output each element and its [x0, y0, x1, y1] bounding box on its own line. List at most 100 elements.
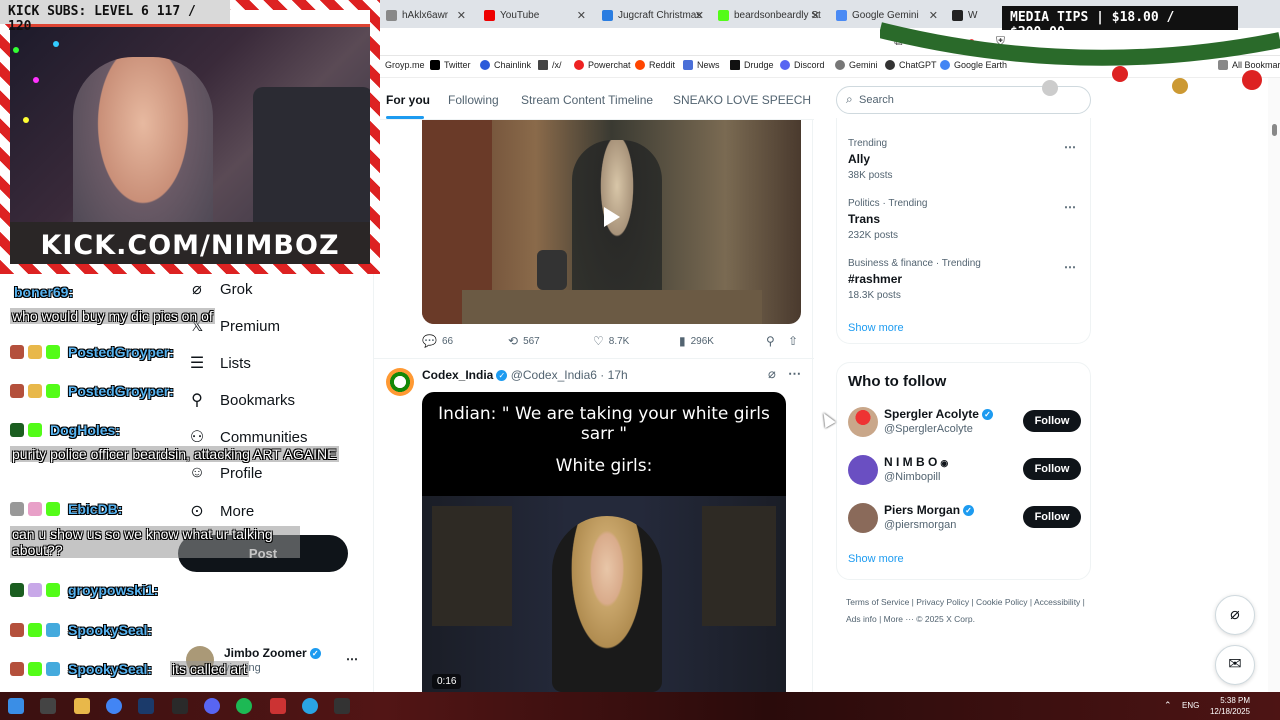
browser-tab[interactable]: Google Gemini ✕: [830, 4, 942, 26]
tab-stream-content-timeline[interactable]: Stream Content Timeline: [521, 93, 653, 107]
all-bookmarks[interactable]: All Bookmarks: [1218, 60, 1280, 70]
obs-icon[interactable]: [204, 698, 220, 714]
shield-icon[interactable]: ⛨: [996, 34, 1005, 49]
repost-button[interactable]: ⟲ 567: [508, 334, 540, 348]
bookmark-button[interactable]: ⚲: [766, 334, 780, 348]
steam-icon[interactable]: [138, 698, 154, 714]
bookmark-groyp[interactable]: Groyp.me: [385, 60, 425, 70]
folder-icon[interactable]: [74, 698, 90, 714]
grok-icon[interactable]: ⌀: [1215, 595, 1255, 635]
bookmark-google-earth[interactable]: Google Earth: [940, 60, 1007, 70]
spotify-icon[interactable]: [236, 698, 252, 714]
follow-button[interactable]: Follow: [1023, 506, 1081, 528]
bookshelf: [702, 506, 776, 626]
chat-message: groypowski1:: [10, 582, 158, 598]
reply-button[interactable]: 💬 66: [422, 334, 453, 348]
show-more-link[interactable]: Show more: [848, 553, 904, 565]
more-options-icon[interactable]: ⋯: [1064, 140, 1076, 154]
bookmark-reddit[interactable]: Reddit: [635, 60, 675, 70]
tab-following[interactable]: Following: [448, 93, 499, 107]
views-button[interactable]: ▮ 296K: [679, 334, 714, 348]
browser-tab[interactable]: beardsonbeardly St ✕: [712, 4, 824, 26]
start-icon[interactable]: [8, 698, 24, 714]
close-icon[interactable]: ✕: [457, 9, 466, 22]
install-icon[interactable]: ⧉: [894, 34, 903, 49]
more-options-icon[interactable]: ⋯: [1064, 260, 1076, 274]
bookmark-chainlink[interactable]: Chainlink: [480, 60, 531, 70]
avatar[interactable]: [848, 503, 878, 533]
share-button[interactable]: ⇧: [788, 334, 803, 348]
sub-goal: KICK SUBS: LEVEL 6 117 / 120: [0, 0, 230, 34]
follow-suggestion[interactable]: N I M B O ◉ @Nimbopill Follow: [848, 453, 1081, 487]
search-input[interactable]: Search: [836, 86, 1091, 114]
follow-suggestion[interactable]: Spergler Acolyte ✓ @SperglerAcolyte Follo…: [848, 405, 1081, 439]
messages-icon[interactable]: ✉: [1215, 645, 1255, 685]
close-icon[interactable]: ✕: [577, 9, 586, 22]
more-options-icon[interactable]: ⋯: [788, 366, 801, 382]
follow-button[interactable]: Follow: [1023, 410, 1081, 432]
scrollbar-thumb[interactable]: [1272, 124, 1277, 136]
bookmark-x[interactable]: /x/: [538, 60, 562, 70]
app-icon[interactable]: [334, 698, 350, 714]
trend-item[interactable]: Business & finance · Trending #rashmer 1…: [848, 258, 981, 301]
play-icon[interactable]: [604, 207, 620, 227]
clock[interactable]: 5:38 PM 12/18/2025: [1210, 695, 1250, 717]
nav-bookmarks[interactable]: ⚲ Bookmarks: [186, 390, 295, 410]
more-options-icon[interactable]: ⋯: [1064, 200, 1076, 214]
extension-icon[interactable]: ●: [968, 34, 975, 48]
browser-tab[interactable]: Jugcraft Christmas ✕: [596, 4, 708, 26]
browser-tab[interactable]: hAklx6awr ✕: [380, 4, 470, 26]
close-icon[interactable]: ✕: [811, 9, 820, 22]
browser-tab[interactable]: YouTube ✕: [478, 4, 590, 26]
close-icon[interactable]: ✕: [929, 9, 938, 22]
tab-for-you[interactable]: For you: [386, 93, 430, 107]
chat-message: SpookySeal:: [10, 661, 152, 677]
chrome-icon[interactable]: [106, 698, 122, 714]
task-view-icon[interactable]: [40, 698, 56, 714]
tab-sneako-love-speech[interactable]: SNEAKO LOVE SPEECH: [673, 93, 811, 107]
bookmark-news[interactable]: News: [683, 60, 720, 70]
scrollbar[interactable]: [1268, 78, 1280, 692]
trends-panel: Trending Ally 38K posts ⋯ Politics · Tre…: [836, 118, 1091, 344]
follow-button[interactable]: Follow: [1023, 458, 1081, 480]
app-icon[interactable]: [270, 698, 286, 714]
badge-icon: [28, 502, 42, 516]
avatar[interactable]: [848, 455, 878, 485]
star-icon[interactable]: ☆: [938, 34, 949, 48]
bookmark-discord[interactable]: Discord: [780, 60, 825, 70]
nav-more[interactable]: ⊙ More: [186, 501, 254, 521]
bookmark-powerchat[interactable]: Powerchat: [574, 60, 631, 70]
tray-chevron-icon[interactable]: ⌃: [1164, 700, 1172, 711]
avatar[interactable]: [848, 407, 878, 437]
avatar[interactable]: [386, 368, 414, 396]
follow-suggestion[interactable]: Piers Morgan ✓ @piersmorgan Follow: [848, 501, 1081, 535]
nav-communities[interactable]: ⚇ Communities: [186, 427, 308, 447]
nav-profile[interactable]: ☺ Profile: [186, 464, 263, 482]
post-video[interactable]: Indian: " We are taking your white girls…: [422, 392, 786, 692]
grok-icon[interactable]: ⌀: [768, 366, 776, 382]
trend-item[interactable]: Politics · Trending Trans 232K posts: [848, 198, 927, 241]
app-icon[interactable]: [172, 698, 188, 714]
bookmark-drudge[interactable]: Drudge: [730, 60, 774, 70]
show-more-link[interactable]: Show more: [848, 322, 904, 334]
trend-item[interactable]: Trending Ally 38K posts: [848, 138, 892, 181]
close-icon[interactable]: ✕: [695, 9, 704, 22]
reply-icon: 💬: [422, 334, 437, 348]
browser-tab[interactable]: W: [946, 4, 986, 26]
more-options-icon[interactable]: ⋯: [346, 652, 358, 666]
bookmark-twitter[interactable]: Twitter: [430, 60, 471, 70]
post-video[interactable]: [422, 120, 801, 324]
nav-lists[interactable]: ☰ Lists: [186, 353, 251, 373]
zoom-icon[interactable]: ⌕: [916, 34, 923, 49]
language-indicator[interactable]: ENG: [1182, 701, 1199, 710]
author-name[interactable]: Codex_India: [422, 368, 493, 382]
nav-grok[interactable]: ⌀ Grok: [186, 279, 252, 299]
post-time[interactable]: 17h: [608, 368, 628, 382]
footer-links[interactable]: Terms of Service | Privacy Policy | Cook…: [846, 594, 1086, 628]
bookmark-gemini[interactable]: Gemini: [835, 60, 878, 70]
badge-icon: [46, 502, 60, 516]
like-button[interactable]: ♡ 8.7K: [593, 334, 629, 348]
author-handle[interactable]: @Codex_India6: [511, 368, 597, 382]
telegram-icon[interactable]: [302, 698, 318, 714]
bookmark-chatgpt[interactable]: ChatGPT: [885, 60, 937, 70]
